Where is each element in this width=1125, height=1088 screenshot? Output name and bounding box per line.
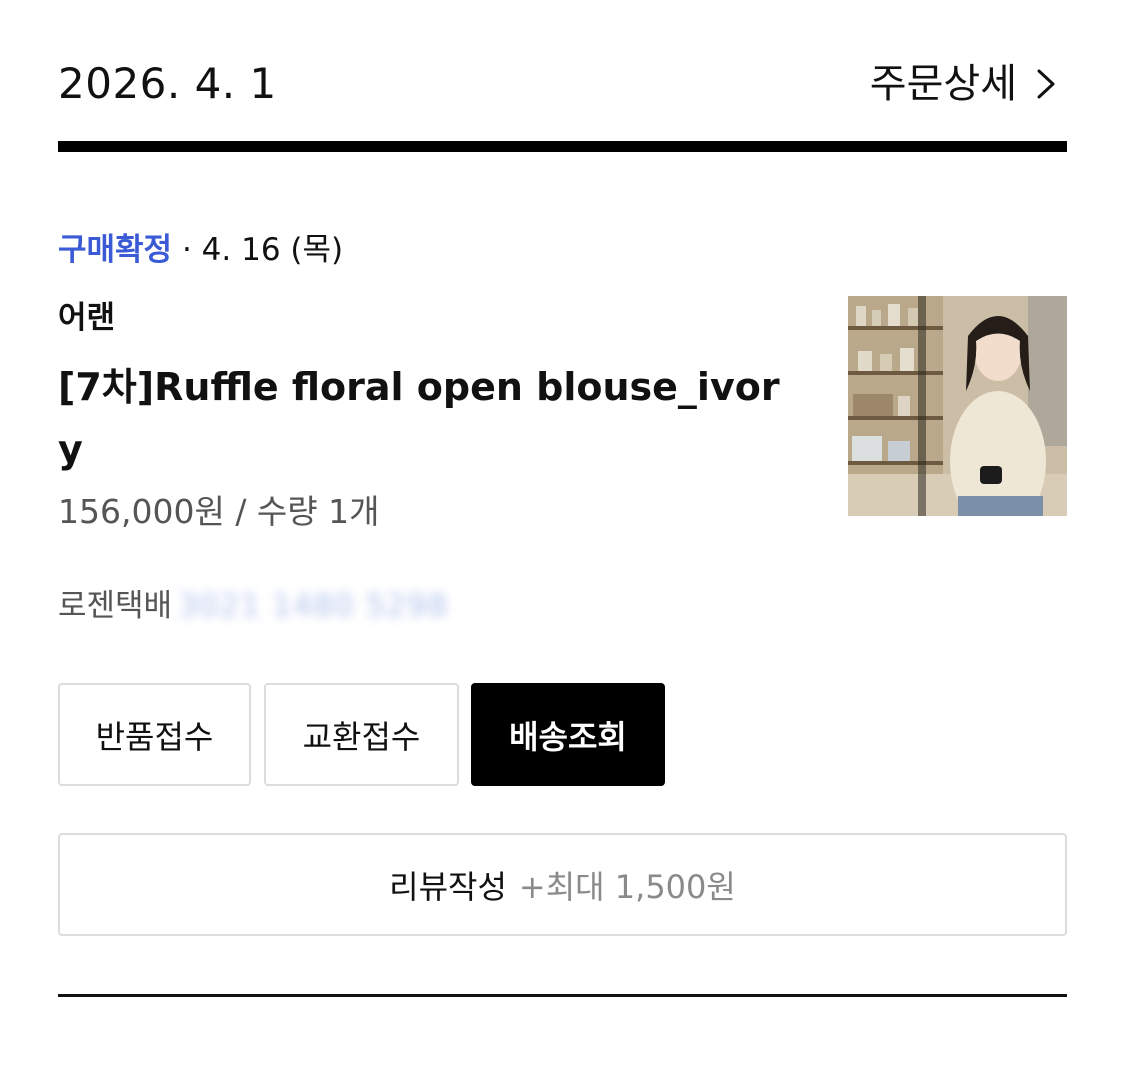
product-thumbnail[interactable]	[848, 296, 1067, 516]
header-divider	[58, 141, 1067, 152]
section-divider	[58, 994, 1067, 997]
write-review-button[interactable]: 리뷰작성 +최대 1,500원	[58, 833, 1067, 936]
delivery-info: 로젠택배 3021 1480 5298	[58, 584, 448, 628]
track-delivery-button[interactable]: 배송조회	[471, 683, 665, 786]
status-date: 4. 16 (목)	[201, 232, 344, 268]
exchange-request-button[interactable]: 교환접수	[264, 683, 459, 786]
review-reward: +최대 1,500원	[518, 867, 736, 906]
courier-name: 로젠택배	[58, 588, 173, 624]
order-status-line: 구매확정 · 4. 16 (목)	[58, 228, 343, 272]
status-separator: ·	[181, 232, 192, 268]
chevron-right-icon	[1037, 69, 1055, 99]
brand-name: 어랜	[58, 300, 116, 336]
product-name[interactable]: [7차]Ruffle floral open blouse_ivory	[58, 356, 788, 480]
return-request-button[interactable]: 반품접수	[58, 683, 251, 786]
product-photo	[848, 296, 1067, 516]
order-status-badge: 구매확정	[58, 232, 173, 268]
price-quantity: 156,000원 / 수량 1개	[58, 492, 380, 531]
order-detail-link[interactable]: 주문상세	[870, 58, 1055, 110]
review-label: 리뷰작성	[389, 867, 507, 906]
order-date: 2026. 4. 1	[58, 59, 277, 108]
order-detail-label: 주문상세	[869, 61, 1017, 107]
order-action-buttons: 반품접수 교환접수 배송조회	[58, 683, 665, 786]
tracking-number[interactable]: 3021 1480 5298	[178, 584, 448, 628]
order-header: 2026. 4. 1 주문상세	[58, 52, 1067, 116]
